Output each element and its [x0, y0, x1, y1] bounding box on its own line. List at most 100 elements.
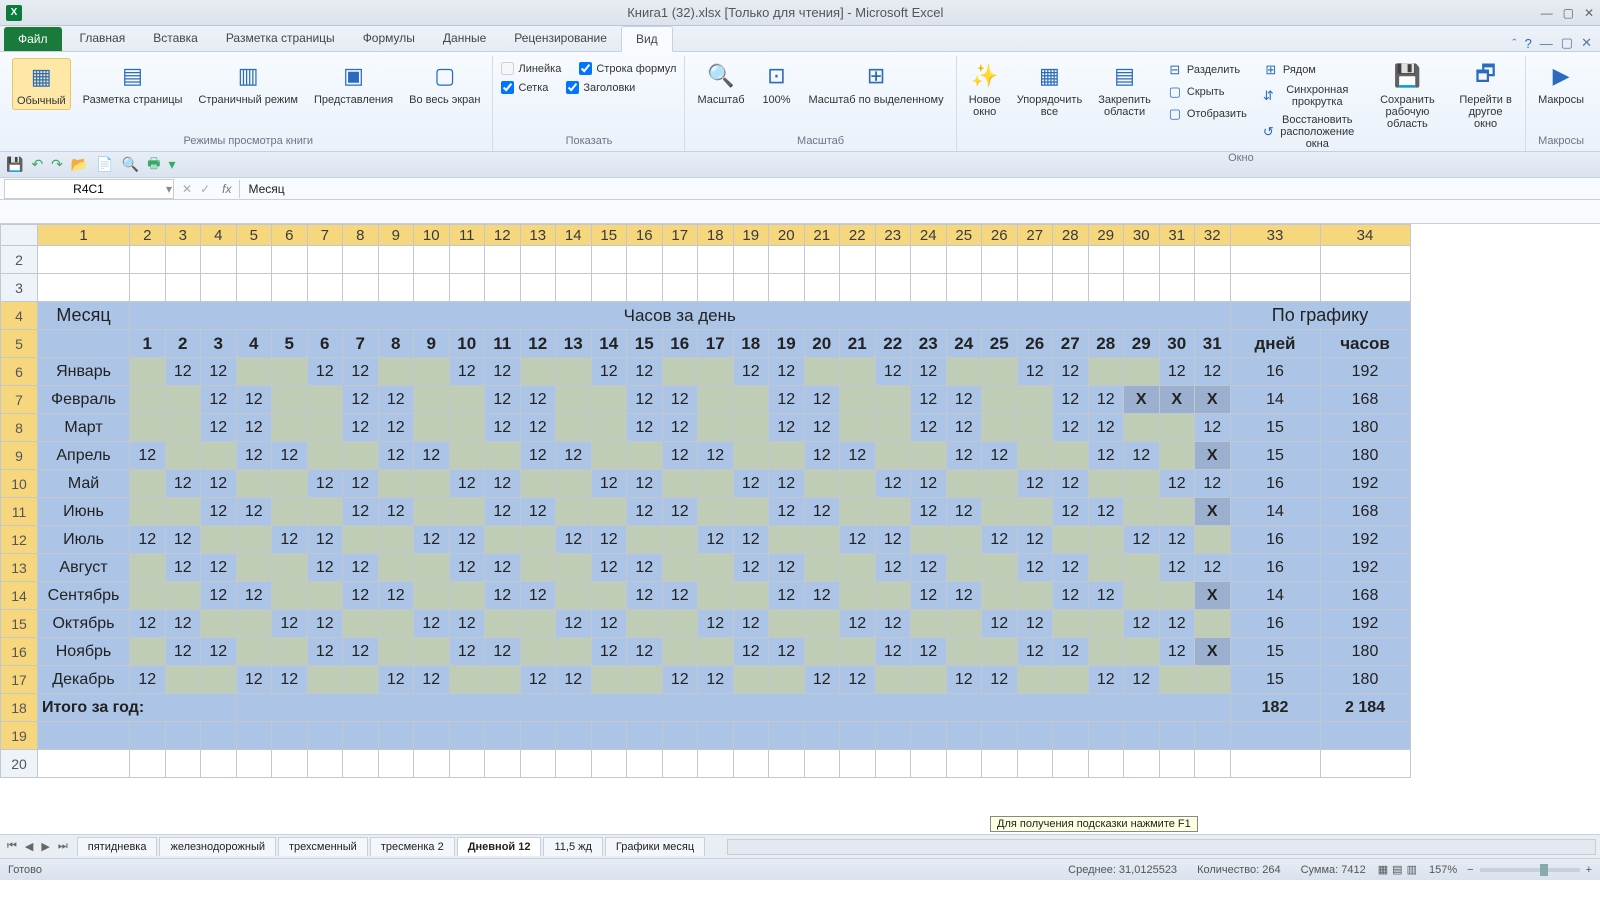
cell[interactable] — [1321, 722, 1411, 750]
cell[interactable]: 12 — [485, 554, 521, 582]
cell[interactable]: 12 — [521, 498, 557, 526]
cell[interactable]: 12 — [769, 554, 805, 582]
cell[interactable]: 12 — [308, 358, 344, 386]
cell[interactable]: Январь — [38, 358, 130, 386]
cell[interactable]: 15 — [627, 330, 663, 358]
cell[interactable] — [1053, 722, 1089, 750]
cell[interactable] — [237, 358, 273, 386]
worksheet-grid[interactable]: 1234567891011121314151617181920212223242… — [0, 224, 1600, 834]
cell[interactable]: 12 — [876, 554, 912, 582]
cell[interactable]: 12 — [911, 386, 947, 414]
cell[interactable] — [166, 722, 202, 750]
cell[interactable]: 12 — [840, 666, 876, 694]
cell[interactable] — [734, 442, 770, 470]
cell[interactable]: 12 — [1018, 610, 1054, 638]
zoom-slider[interactable] — [1480, 868, 1580, 872]
cell[interactable]: 24 — [947, 330, 983, 358]
cell[interactable]: 12 — [1089, 386, 1125, 414]
cell[interactable]: 12 — [1195, 358, 1231, 386]
hide-button[interactable]: ▢Скрыть — [1163, 82, 1251, 102]
cell[interactable] — [556, 246, 592, 274]
col-header[interactable]: 26 — [982, 224, 1018, 246]
cell[interactable]: X — [1124, 386, 1160, 414]
cell[interactable] — [734, 246, 770, 274]
cell[interactable] — [1195, 750, 1231, 778]
cell[interactable]: Апрель — [38, 442, 130, 470]
cell[interactable] — [1053, 750, 1089, 778]
cell[interactable] — [911, 750, 947, 778]
cell[interactable]: 12 — [130, 666, 166, 694]
cell[interactable] — [201, 722, 237, 750]
cell[interactable] — [734, 666, 770, 694]
cell[interactable] — [272, 274, 308, 302]
row-header[interactable]: 17 — [0, 666, 38, 694]
cell[interactable]: 168 — [1321, 582, 1411, 610]
cell[interactable] — [592, 750, 628, 778]
cell[interactable]: 17 — [698, 330, 734, 358]
cell[interactable] — [308, 274, 344, 302]
cell[interactable] — [769, 750, 805, 778]
cell[interactable] — [769, 442, 805, 470]
cell[interactable] — [592, 442, 628, 470]
cell[interactable]: 12 — [663, 582, 699, 610]
cell[interactable]: 16 — [1231, 526, 1321, 554]
cell[interactable] — [947, 722, 983, 750]
cell[interactable]: 12 — [485, 498, 521, 526]
cell[interactable]: 15 — [1231, 442, 1321, 470]
cell[interactable]: 12 — [1053, 386, 1089, 414]
cell[interactable] — [379, 526, 415, 554]
cell[interactable]: 12 — [166, 554, 202, 582]
cell[interactable] — [343, 610, 379, 638]
doc-restore-icon[interactable]: ▢ — [1561, 35, 1573, 51]
row-header[interactable]: 20 — [0, 750, 38, 778]
cell[interactable] — [308, 246, 344, 274]
cell[interactable]: 12 — [947, 442, 983, 470]
cell[interactable] — [556, 722, 592, 750]
cell[interactable]: 12 — [911, 554, 947, 582]
cell[interactable] — [982, 386, 1018, 414]
row-header[interactable]: 6 — [0, 358, 38, 386]
col-header[interactable]: 15 — [592, 224, 628, 246]
cell[interactable] — [876, 274, 912, 302]
cell[interactable] — [521, 722, 557, 750]
cell[interactable]: 3 — [201, 330, 237, 358]
cell[interactable] — [130, 750, 166, 778]
cell[interactable] — [982, 414, 1018, 442]
cell[interactable]: 16 — [1231, 470, 1321, 498]
cell[interactable]: 12 — [485, 358, 521, 386]
cell[interactable]: 12 — [485, 470, 521, 498]
cell[interactable] — [272, 246, 308, 274]
cell[interactable] — [308, 722, 344, 750]
cell[interactable] — [1018, 414, 1054, 442]
cell[interactable] — [911, 274, 947, 302]
cell[interactable] — [1124, 750, 1160, 778]
cell[interactable] — [38, 274, 130, 302]
zoom-selection-button[interactable]: ⊞Масштаб по выделенному — [805, 58, 948, 108]
col-header[interactable]: 6 — [272, 224, 308, 246]
cell[interactable]: 14 — [1231, 582, 1321, 610]
cell[interactable]: 12 — [876, 358, 912, 386]
cell[interactable] — [769, 246, 805, 274]
cell[interactable] — [1160, 442, 1196, 470]
cell[interactable] — [876, 414, 912, 442]
cell[interactable] — [556, 358, 592, 386]
cell[interactable]: 12 — [663, 666, 699, 694]
cell[interactable]: 12 — [237, 666, 273, 694]
cell[interactable] — [592, 274, 628, 302]
cell[interactable]: 12 — [627, 358, 663, 386]
cell[interactable]: 12 — [876, 638, 912, 666]
cell[interactable] — [805, 554, 841, 582]
cell[interactable] — [556, 750, 592, 778]
cell[interactable] — [1195, 526, 1231, 554]
cell[interactable]: 192 — [1321, 554, 1411, 582]
cell[interactable] — [485, 246, 521, 274]
cell[interactable] — [272, 638, 308, 666]
cell[interactable]: 12 — [947, 498, 983, 526]
cell[interactable]: 12 — [734, 358, 770, 386]
cell[interactable] — [237, 750, 273, 778]
col-header[interactable]: 16 — [627, 224, 663, 246]
cell[interactable]: 12 — [343, 554, 379, 582]
cell[interactable] — [521, 274, 557, 302]
cell[interactable] — [982, 498, 1018, 526]
cell[interactable] — [556, 386, 592, 414]
